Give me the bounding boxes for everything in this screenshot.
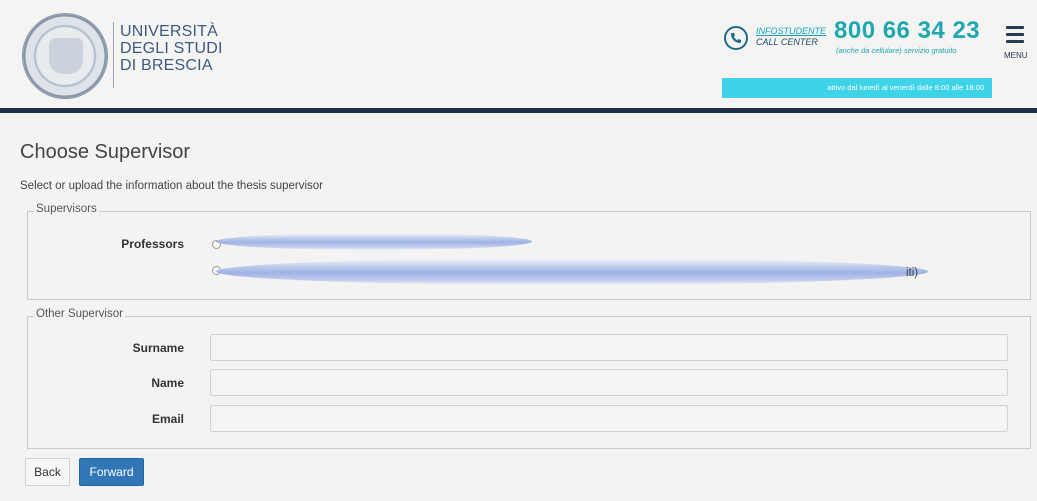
university-seal-logo[interactable]	[22, 13, 108, 99]
other-supervisor-legend: Other Supervisor	[34, 308, 125, 320]
forward-button[interactable]: Forward	[79, 458, 144, 486]
professor-option-2-tail: iti)	[906, 267, 919, 279]
email-input[interactable]	[210, 405, 1008, 432]
header-divider-bar	[0, 108, 1037, 113]
hamburger-icon-bar	[1006, 33, 1024, 36]
university-name-line-3: DI BRESCIA	[120, 57, 213, 74]
infostudente-label[interactable]: INFOSTUDENTE	[756, 26, 826, 37]
hamburger-icon-bar	[1006, 40, 1024, 43]
menu-label: MENU	[1004, 51, 1028, 60]
surname-label: Surname	[132, 341, 184, 355]
redacted-professor-name-1	[216, 233, 532, 250]
back-button[interactable]: Back	[25, 458, 70, 486]
university-name-line-1: UNIVERSITÀ	[120, 23, 219, 40]
menu-button[interactable]: MENU	[1004, 24, 1030, 60]
page-subtitle: Select or upload the information about t…	[20, 180, 324, 192]
logo-divider	[113, 22, 114, 88]
redacted-professor-name-2	[216, 258, 928, 285]
name-input[interactable]	[210, 369, 1008, 396]
call-center-label: INFOSTUDENTE CALL CENTER	[756, 26, 826, 48]
university-name[interactable]: UNIVERSITÀ DEGLI STUDI DI BRESCIA	[120, 23, 223, 74]
supervisors-legend: Supervisors	[34, 203, 99, 215]
phone-icon	[724, 26, 748, 50]
site-header: UNIVERSITÀ DEGLI STUDI DI BRESCIA INFOST…	[0, 0, 1037, 108]
phone-number[interactable]: 800 66 34 23	[834, 17, 980, 45]
professors-label: Professors	[121, 237, 184, 251]
email-label: Email	[151, 412, 184, 426]
surname-input[interactable]	[210, 334, 1008, 361]
hours-banner: attivo dal lunedì al venerdì dalle 8:00 …	[722, 78, 992, 98]
university-name-line-2: DEGLI STUDI	[120, 40, 223, 57]
supervisors-fieldset	[27, 211, 1031, 300]
call-center-text: CALL CENTER	[756, 37, 818, 47]
page-title: Choose Supervisor	[20, 141, 191, 163]
name-label: Name	[151, 376, 184, 390]
phone-note: (anche da cellulare) servizio gratuito	[836, 46, 957, 55]
hamburger-icon	[1006, 26, 1024, 29]
